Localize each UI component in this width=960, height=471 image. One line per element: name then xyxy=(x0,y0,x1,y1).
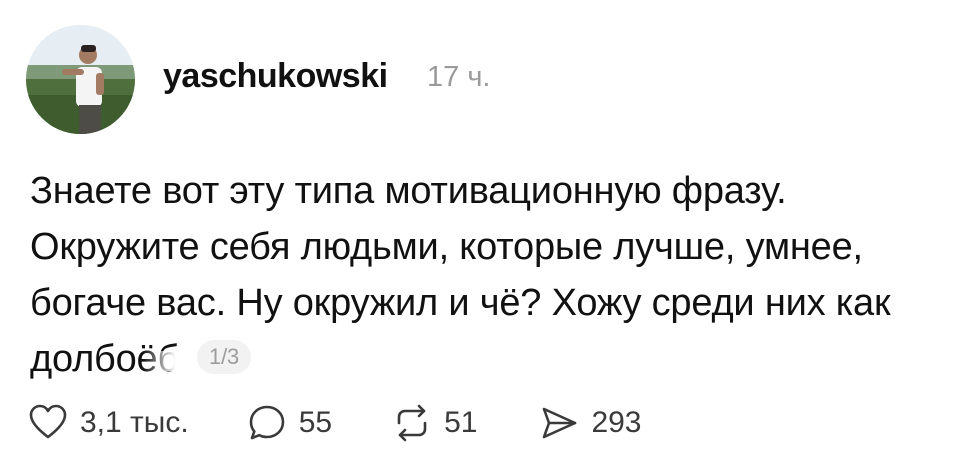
username[interactable]: yaschukowski xyxy=(163,57,388,96)
repost-button[interactable]: 51 xyxy=(392,403,477,443)
post-text-line: Окружите себя людьми, которые лучше, умн… xyxy=(30,226,863,268)
avatar-photo xyxy=(26,25,135,134)
share-button[interactable]: 293 xyxy=(539,403,642,443)
action-bar: 3,1 тыс. 55 51 293 xyxy=(28,400,682,446)
post-timestamp: 17 ч. xyxy=(427,61,491,93)
text-fade-overlay xyxy=(143,351,180,371)
post-text-line: Знаете вот эту типа мотивационную фразу. xyxy=(30,170,787,212)
post-text-line: богаче вас. Ну окружил и чё? Хожу среди … xyxy=(30,282,891,324)
share-count: 293 xyxy=(591,406,642,439)
heart-icon xyxy=(29,404,67,439)
send-icon xyxy=(543,407,577,439)
comment-bubble-icon xyxy=(249,405,284,440)
like-button[interactable]: 3,1 тыс. xyxy=(28,403,189,443)
page-indicator-badge: 1/3 xyxy=(197,339,252,374)
comment-count: 55 xyxy=(298,406,333,439)
repost-count: 51 xyxy=(444,406,478,439)
like-count: 3,1 тыс. xyxy=(80,406,189,439)
post-text: Знаете вот эту типа мотивационную фразу.… xyxy=(30,163,955,387)
user-avatar[interactable] xyxy=(26,25,135,134)
repost-icon xyxy=(397,404,427,442)
comment-button[interactable]: 55 xyxy=(247,403,332,443)
